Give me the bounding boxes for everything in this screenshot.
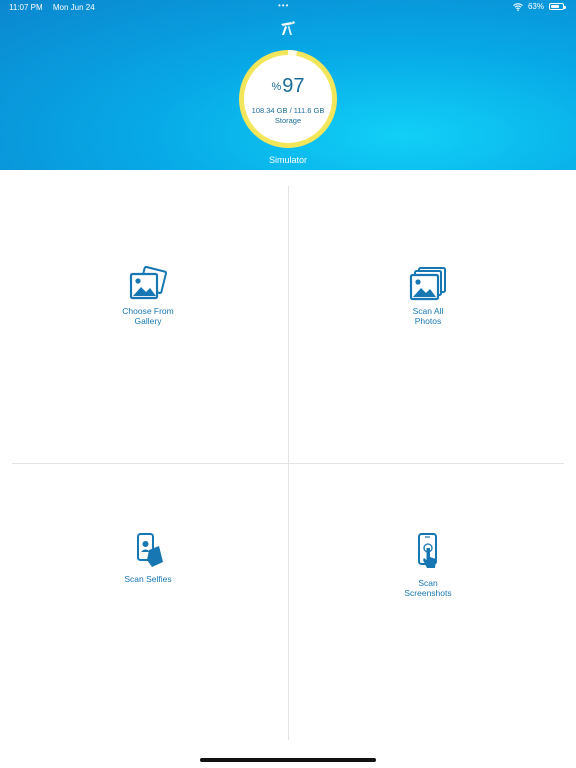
app-screen: 11:07 PM Mon Jun 24 ••• 63% %97 108.34 G… xyxy=(0,0,576,768)
tile-label-line1: Choose From xyxy=(122,306,174,316)
app-logo-icon xyxy=(281,21,295,35)
home-indicator[interactable] xyxy=(200,758,376,762)
storage-label: Storage xyxy=(274,116,302,125)
storage-header: 11:07 PM Mon Jun 24 ••• 63% %97 108.34 G… xyxy=(0,0,576,170)
scan-selfies-button[interactable]: Scan Selfies xyxy=(4,532,292,584)
device-name: Simulator xyxy=(268,155,307,165)
status-date: Mon Jun 24 xyxy=(52,3,95,12)
tile-label-line2: Photos xyxy=(414,316,442,326)
selfie-icon xyxy=(137,533,163,567)
tile-label-line1: Scan xyxy=(418,578,438,588)
tile-label-line2: Screenshots xyxy=(404,588,452,598)
storage-readout: %97 108.34 GB / 111.6 GB Storage xyxy=(236,47,340,151)
percent-value: 97 xyxy=(282,75,305,97)
battery-icon xyxy=(549,3,566,10)
storage-percent: %97 xyxy=(236,75,340,98)
grid-divider-horizontal xyxy=(12,463,564,464)
percent-symbol: % xyxy=(271,80,282,93)
scan-screenshots-button[interactable]: Scan Screenshots xyxy=(284,532,572,598)
multitasking-dots[interactable]: ••• xyxy=(278,1,289,10)
tile-label-line1: Scan All xyxy=(412,306,444,316)
status-time: 11:07 PM xyxy=(9,3,43,12)
wifi-icon xyxy=(513,2,523,11)
scan-all-photos-button[interactable]: Scan All Photos xyxy=(284,266,572,326)
tile-label-line1: Scan Selfies xyxy=(124,574,172,584)
gallery-icon xyxy=(129,266,168,300)
photos-stack-icon xyxy=(409,267,446,301)
battery-percent: 63% xyxy=(527,2,544,11)
choose-from-gallery-button[interactable]: Choose From Gallery xyxy=(4,266,292,326)
tile-label-line2: Gallery xyxy=(134,316,162,326)
status-bar: 11:07 PM Mon Jun 24 ••• 63% xyxy=(0,0,576,16)
storage-used-total: 108.34 GB / 111.6 GB xyxy=(251,106,325,115)
screenshot-icon xyxy=(418,533,437,568)
